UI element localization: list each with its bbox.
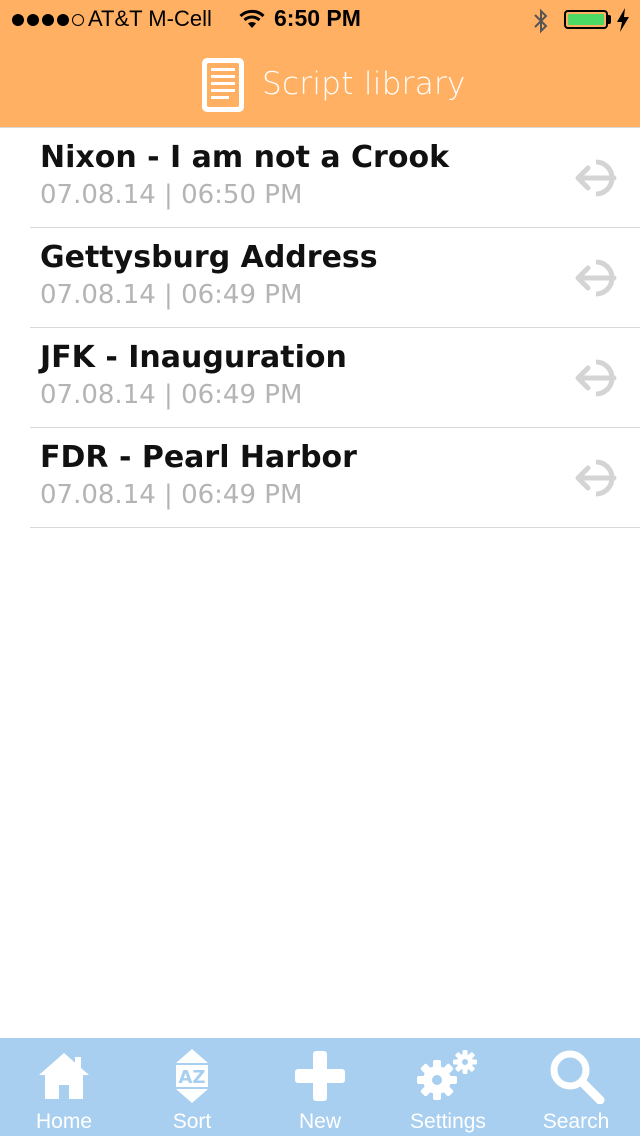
tab-bar: Home AZ Sort New Settings Search: [0, 1038, 640, 1136]
tab-label: Search: [542, 1110, 610, 1133]
tab-new[interactable]: New: [256, 1038, 384, 1136]
open-script-icon[interactable]: [574, 358, 632, 402]
plus-icon: [256, 1046, 384, 1106]
nav-bar: Script library: [0, 52, 640, 116]
script-date: 07.08.14 | 06:50 PM: [40, 180, 303, 210]
script-title: Gettysburg Address: [40, 240, 378, 275]
home-icon: [0, 1046, 128, 1106]
signal-strength-icon: [12, 14, 84, 26]
tab-label: Sort: [172, 1110, 212, 1133]
script-title: Nixon - I am not a Crook: [40, 140, 450, 175]
battery-icon: [564, 10, 608, 29]
header: AT&T M-Cell 6:50 PM Script library: [0, 0, 640, 128]
gears-icon: [384, 1046, 512, 1106]
script-row[interactable]: Gettysburg Address 07.08.14 | 06:49 PM: [30, 228, 640, 328]
script-row[interactable]: JFK - Inauguration 07.08.14 | 06:49 PM: [30, 328, 640, 428]
tab-label: Home: [35, 1110, 93, 1133]
script-date: 07.08.14 | 06:49 PM: [40, 280, 303, 310]
carrier-label: AT&T M-Cell: [88, 6, 212, 31]
charging-icon: [616, 8, 630, 36]
status-time: 6:50 PM: [274, 5, 361, 31]
script-row[interactable]: FDR - Pearl Harbor 07.08.14 | 06:49 PM: [30, 428, 640, 528]
tab-settings[interactable]: Settings: [384, 1038, 512, 1136]
script-row[interactable]: Nixon - I am not a Crook 07.08.14 | 06:5…: [30, 128, 640, 228]
script-list: Nixon - I am not a Crook 07.08.14 | 06:5…: [0, 128, 640, 528]
tab-search[interactable]: Search: [512, 1038, 640, 1136]
script-date: 07.08.14 | 06:49 PM: [40, 480, 303, 510]
status-bar: AT&T M-Cell 6:50 PM: [0, 0, 640, 40]
battery-nub: [608, 15, 611, 24]
tab-label: Settings: [410, 1110, 486, 1133]
sort-az-icon: AZ: [128, 1046, 256, 1106]
wifi-icon: [238, 8, 266, 34]
svg-text:AZ: AZ: [179, 1067, 206, 1088]
open-script-icon[interactable]: [574, 458, 632, 502]
script-title: FDR - Pearl Harbor: [40, 440, 357, 475]
tab-home[interactable]: Home: [0, 1038, 128, 1136]
tab-label: New: [298, 1110, 341, 1133]
document-icon: [200, 56, 246, 118]
search-icon: [512, 1046, 640, 1106]
page-title: Script library: [262, 66, 466, 102]
script-date: 07.08.14 | 06:49 PM: [40, 380, 303, 410]
open-script-icon[interactable]: [574, 258, 632, 302]
script-title: JFK - Inauguration: [40, 340, 347, 375]
bluetooth-icon: [532, 8, 550, 38]
open-script-icon[interactable]: [574, 158, 632, 202]
tab-sort[interactable]: AZ Sort: [128, 1038, 256, 1136]
